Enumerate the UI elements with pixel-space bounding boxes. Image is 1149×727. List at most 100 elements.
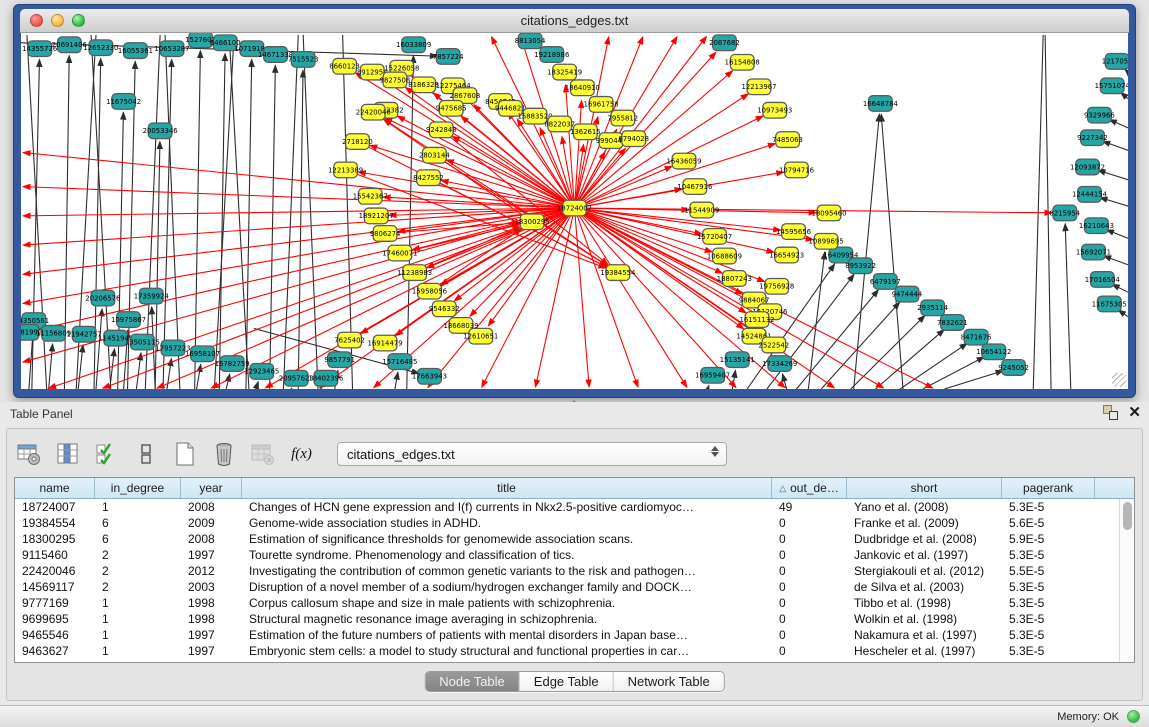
select-columns-button[interactable]: [54, 441, 81, 468]
table-cell[interactable]: 5.3E-5: [1002, 612, 1095, 626]
table-cell[interactable]: Stergiakouli et al. (2012): [847, 564, 1002, 578]
table-cell[interactable]: 6: [95, 532, 181, 546]
window-resize-grip[interactable]: [1112, 373, 1126, 387]
table-row[interactable]: 2242004622012Investigating the contribut…: [15, 563, 1118, 579]
table-cell[interactable]: 1: [95, 500, 181, 514]
table-cell[interactable]: 0: [772, 580, 847, 594]
graph-edge[interactable]: [256, 382, 258, 389]
table-cell[interactable]: 1997: [181, 548, 242, 562]
graph-node[interactable]: 6479197: [870, 274, 901, 290]
graph-node[interactable]: 18402396: [308, 370, 343, 386]
close-panel-icon[interactable]: ✕: [1128, 405, 1141, 420]
table-cell[interactable]: Hescheler et al. (1997): [847, 644, 1002, 658]
table-row[interactable]: 1456911722003Disruption of a novel membe…: [15, 579, 1118, 595]
graph-edge[interactable]: [110, 349, 115, 389]
graph-edge[interactable]: [197, 364, 201, 389]
column-header-year[interactable]: year: [181, 478, 242, 498]
graph-node[interactable]: 9546332: [429, 301, 460, 317]
graph-node[interactable]: 15692071: [1076, 244, 1111, 260]
table-cell[interactable]: 1: [95, 644, 181, 658]
table-cell[interactable]: Yano et al. (2008): [847, 500, 1002, 514]
table-scrollbar[interactable]: [1119, 499, 1134, 662]
graph-edge[interactable]: [395, 372, 398, 389]
graph-edge[interactable]: [900, 343, 967, 389]
table-cell[interactable]: 0: [772, 532, 847, 546]
float-panel-icon[interactable]: [1103, 405, 1118, 420]
column-header-in_degree[interactable]: in_degree: [95, 478, 181, 498]
graph-node[interactable]: 8813054: [515, 33, 546, 49]
graph-edge[interactable]: [23, 153, 575, 209]
table-cell[interactable]: 18300295: [15, 532, 95, 546]
graph-edge[interactable]: [1033, 35, 1043, 389]
graph-edge[interactable]: [78, 345, 83, 389]
column-header-pagerank[interactable]: pagerank: [1002, 478, 1095, 498]
graph-node[interactable]: 1217054: [1102, 54, 1128, 70]
column-header-short[interactable]: short: [847, 478, 1002, 498]
graph-edge[interactable]: [49, 344, 53, 389]
graph-edge[interactable]: [1112, 284, 1128, 292]
table-cell[interactable]: 0: [772, 596, 847, 610]
graph-node[interactable]: 18640910: [565, 80, 600, 96]
graph-node[interactable]: 9474444: [892, 286, 923, 302]
graph-edge[interactable]: [270, 65, 276, 389]
table-row[interactable]: 1830029562008Estimation of significance …: [15, 531, 1118, 547]
table-cell[interactable]: 5.3E-5: [1002, 500, 1095, 514]
table-settings-button[interactable]: [15, 441, 42, 468]
graph-node[interactable]: 7625402: [334, 332, 365, 348]
table-cell[interactable]: 2008: [181, 500, 242, 514]
graph-node[interactable]: 15542367: [353, 189, 388, 205]
table-cell[interactable]: 2: [95, 580, 181, 594]
graph-edge[interactable]: [1100, 198, 1128, 207]
graph-node[interactable]: 19384554: [600, 265, 635, 281]
graph-node[interactable]: 16154808: [725, 55, 760, 71]
graph-edge[interactable]: [1104, 256, 1128, 265]
import-table-button-disabled[interactable]: [249, 441, 276, 468]
citation-network-graph[interactable]: 1435572620691406126523301605536110653287…: [21, 33, 1128, 389]
table-cell[interactable]: Changes of HCN gene expression and I(f) …: [242, 500, 772, 514]
graph-node[interactable]: 8660123: [329, 58, 360, 74]
table-cell[interactable]: Franke et al. (2009): [847, 516, 1002, 530]
graph-edge[interactable]: [1098, 170, 1128, 179]
table-cell[interactable]: Structural magnetic resonance image aver…: [242, 612, 772, 626]
graph-edge[interactable]: [118, 112, 124, 389]
graph-node[interactable]: 10467916: [677, 179, 712, 195]
graph-node[interactable]: 8215954: [1050, 205, 1081, 221]
graph-node[interactable]: 20053346: [143, 123, 178, 139]
graph-node[interactable]: 12444154: [1072, 187, 1107, 203]
table-cell[interactable]: 49: [772, 500, 847, 514]
graph-node[interactable]: 16648784: [863, 96, 898, 112]
graph-edge[interactable]: [1103, 141, 1128, 150]
graph-node[interactable]: 12213967: [741, 79, 776, 95]
column-header-title[interactable]: title: [242, 478, 772, 498]
table-row[interactable]: 946362711997Embryonic stem cells: a mode…: [15, 643, 1118, 659]
table-cell[interactable]: 0: [772, 516, 847, 530]
table-cell[interactable]: Estimation of the future numbers of pati…: [242, 628, 772, 642]
table-cell[interactable]: 2008: [181, 532, 242, 546]
table-row[interactable]: 977716911998Corpus callosum shape and si…: [15, 595, 1118, 611]
graph-edge[interactable]: [446, 160, 574, 208]
graph-edge[interactable]: [96, 309, 102, 389]
graph-node[interactable]: 7955812: [607, 110, 638, 126]
table-cell[interactable]: 2: [95, 548, 181, 562]
table-cell[interactable]: 9463627: [15, 644, 95, 658]
graph-node[interactable]: 11942757: [67, 326, 102, 342]
table-cell[interactable]: 0: [772, 628, 847, 642]
table-cell[interactable]: 1: [95, 628, 181, 642]
table-cell[interactable]: 5.9E-5: [1002, 532, 1095, 546]
graph-edge[interactable]: [384, 119, 618, 272]
column-header-name[interactable]: name: [15, 478, 95, 498]
graph-edge[interactable]: [708, 385, 709, 389]
table-cell[interactable]: Wolkin et al. (1998): [847, 612, 1002, 626]
graph-node[interactable]: 19218986: [534, 47, 569, 63]
select-all-checklist-button[interactable]: [93, 441, 120, 468]
create-column-button[interactable]: [171, 441, 198, 468]
graph-node[interactable]: 8186328: [408, 77, 439, 93]
tab-node-table[interactable]: Node Table: [425, 672, 520, 691]
close-window-button[interactable]: [30, 14, 43, 27]
graph-node[interactable]: 9329966: [1084, 107, 1115, 123]
graph-node[interactable]: 8953922: [845, 258, 876, 274]
graph-node[interactable]: 2803144: [419, 147, 450, 163]
graph-node[interactable]: 15751074: [1095, 78, 1128, 94]
table-cell[interactable]: Corpus callosum shape and size in male p…: [242, 596, 772, 610]
table-cell[interactable]: 9465546: [15, 628, 95, 642]
